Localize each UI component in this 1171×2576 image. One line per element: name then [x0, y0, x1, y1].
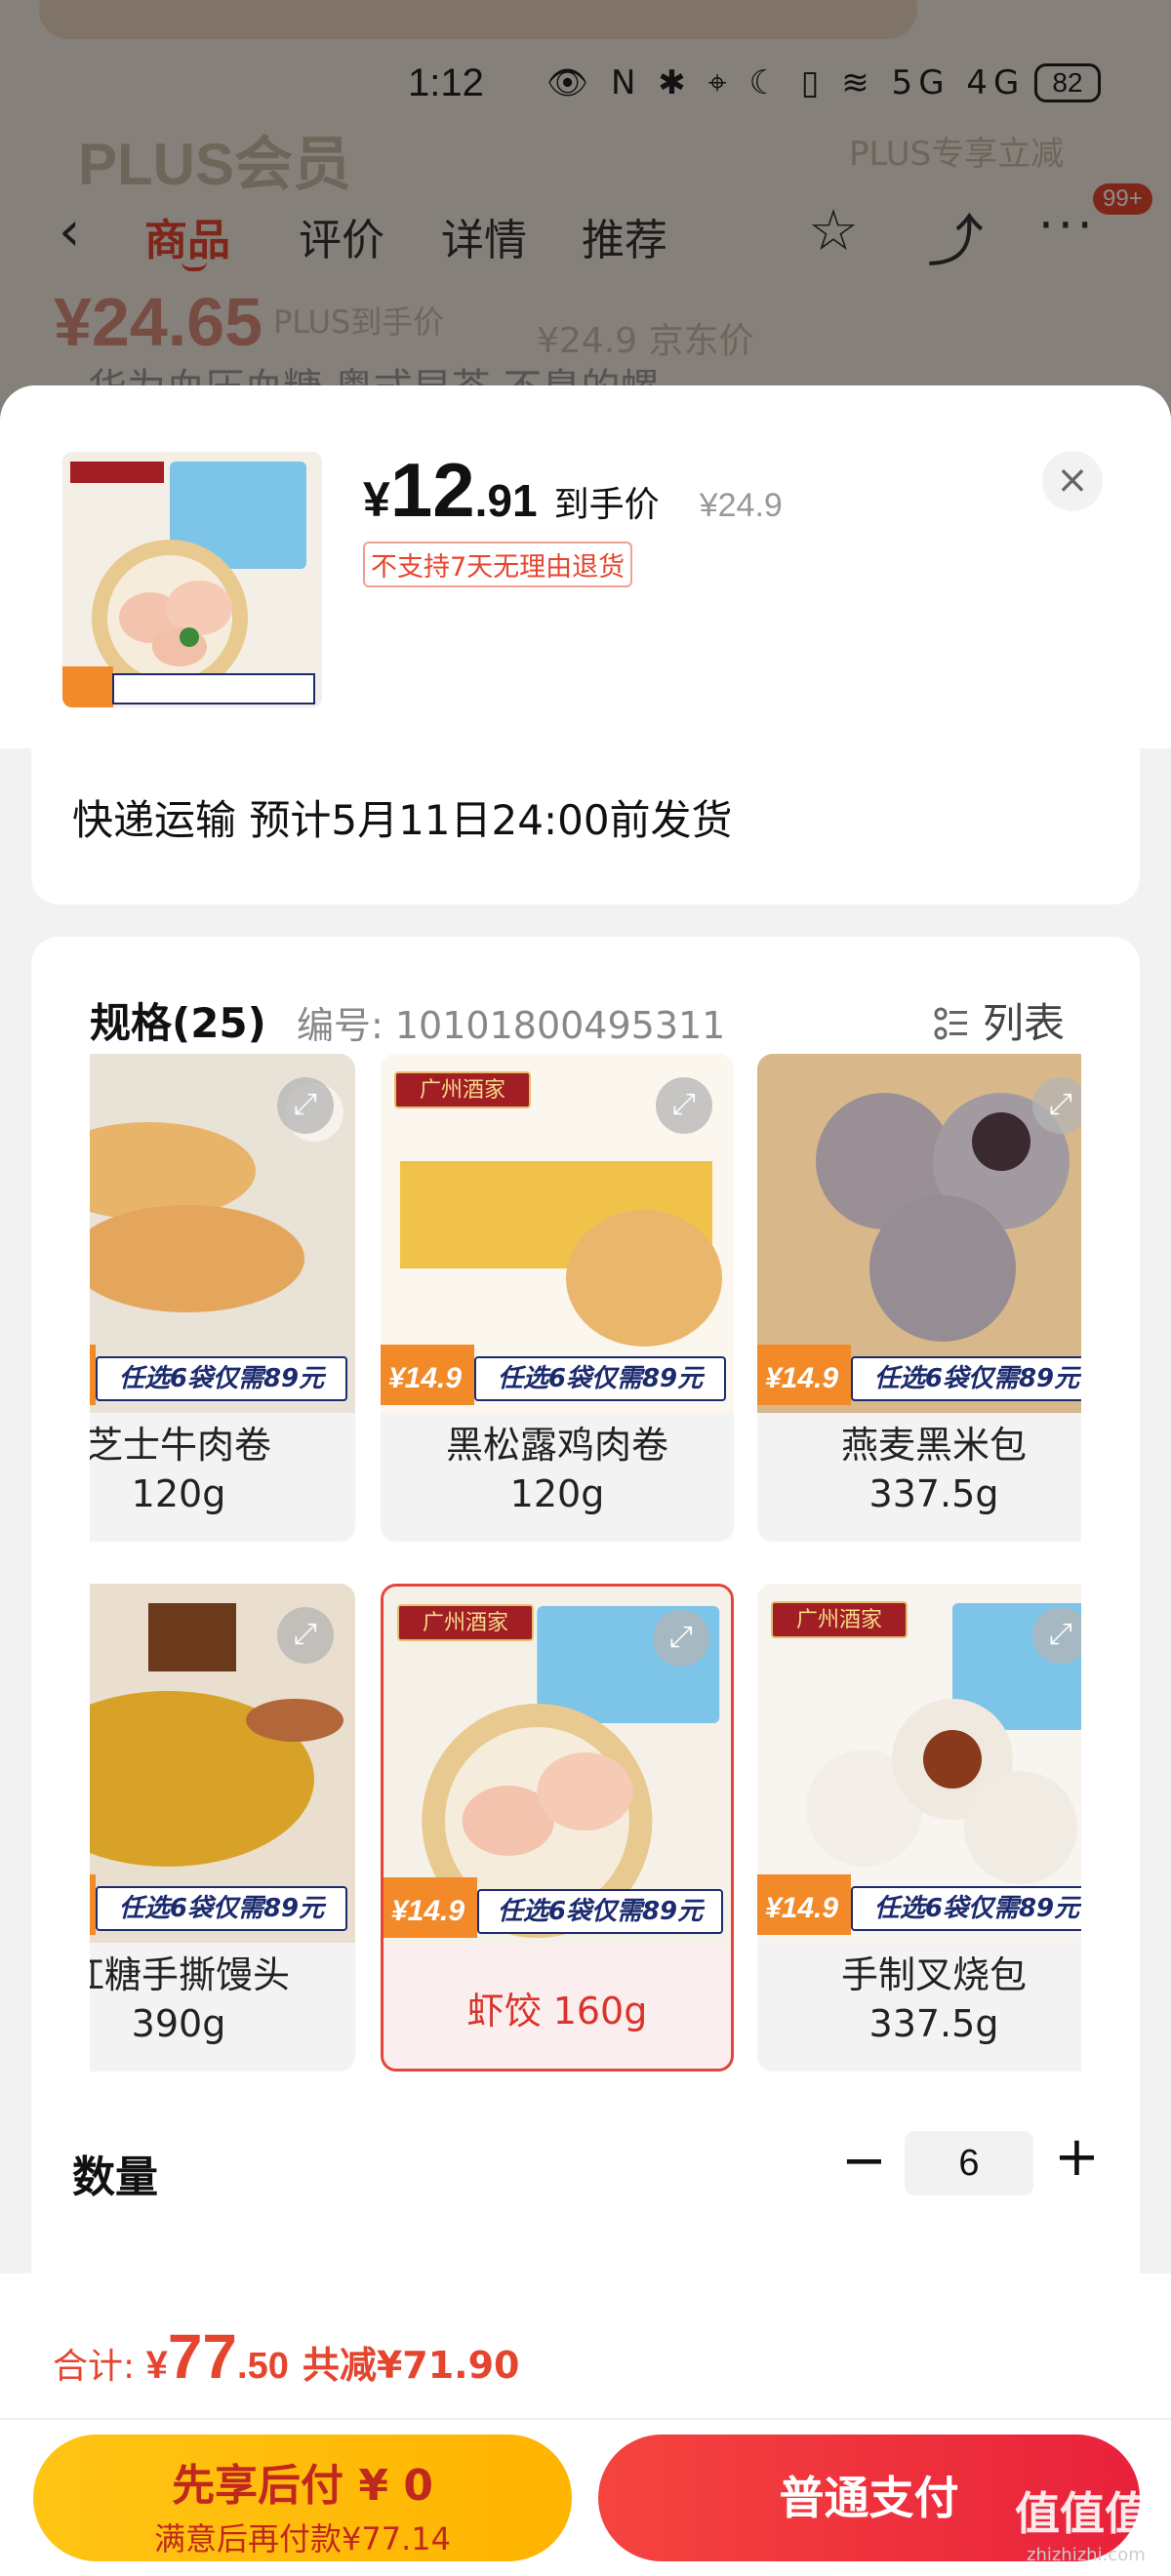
promo-text: 任选6袋仅需89元	[477, 1889, 723, 1934]
spec-option-truffle-chicken-roll[interactable]: 广州酒家 ⤢ ¥14.9 任选6袋仅需89元 黑松露鸡肉卷 120g	[381, 1054, 734, 1542]
spec-option-weight: 390g	[131, 2002, 226, 2045]
promo-banner: ¥14.9 任选6袋仅需89元	[757, 1345, 1081, 1405]
order-total: 合计: ¥77.50 共减¥71.90	[53, 2320, 519, 2393]
spec-option-label: 燕麦黑米包 337.5g	[757, 1421, 1081, 1518]
price-summary: ¥12.91 到手价 ¥24.9	[363, 446, 783, 535]
spec-option-label: 手制叉烧包 337.5g	[757, 1951, 1081, 2048]
pay-later-label: 先享后付 ¥ 0	[172, 2461, 433, 2511]
brand-logo: 广州酒家	[397, 1604, 534, 1641]
spec-selection-sheet: ¥12.91 到手价 ¥24.9 不支持7天无理由退货 × 快递运输 预计5月1…	[0, 385, 1171, 2576]
promo-banner: ¥14.9 任选6袋仅需89元	[384, 1877, 731, 1938]
sheet-header: ¥12.91 到手价 ¥24.9 不支持7天无理由退货 ×	[0, 385, 1171, 748]
total-decimal: .50	[237, 2346, 289, 2387]
spec-card: 规格(25) 编号: 10101800495311 列表 ⤢ ¥14.9	[31, 937, 1140, 2303]
promo-text: 任选6袋仅需89元	[851, 1356, 1081, 1401]
promo-banner: ¥14.9 任选6袋仅需89元	[381, 1345, 734, 1405]
total-currency: ¥	[145, 2344, 168, 2387]
dim-overlay[interactable]	[0, 0, 1171, 410]
promo-banner: ¥14.9 任选6袋仅需89元	[757, 1874, 1081, 1935]
total-discount: 共减¥71.90	[302, 2344, 520, 2387]
watermark-url: zhizhizhi.com	[1027, 2545, 1146, 2565]
expand-icon[interactable]: ⤢	[656, 1077, 712, 1134]
checkout-footer: 合计: ¥77.50 共减¥71.90 先享后付 ¥ 0 满意后再付款¥77.14…	[0, 2274, 1171, 2576]
spec-title: 规格(25)	[90, 999, 266, 1047]
spec-option-cheese-beef-roll[interactable]: ⤢ ¥14.9 任选6袋仅需89元 芝士牛肉卷 120g	[90, 1054, 355, 1542]
spec-grid: ⤢ ¥14.9 任选6袋仅需89元 芝士牛肉卷 120g 广州酒家 ⤢	[90, 1054, 1081, 2088]
expand-icon[interactable]: ⤢	[653, 1610, 709, 1667]
spec-option-name: 虾饺 160g	[466, 1990, 648, 2033]
price-decimal: .91	[474, 475, 538, 526]
spec-option-label: 芝士牛肉卷 120g	[90, 1421, 355, 1518]
shipping-card: 快递运输 预计5月11日24:00前发货	[31, 748, 1140, 905]
original-price: ¥24.9	[699, 487, 783, 524]
spec-code: 编号: 10101800495311	[297, 1004, 726, 1047]
spec-option-label: 黑松露鸡肉卷 120g	[381, 1421, 734, 1518]
spec-option-bbq-pork-bun[interactable]: 广州酒家 ⤢ ¥14.9 任选6袋仅需89元 手制叉烧包 337.5g	[757, 1584, 1081, 2072]
spec-option-weight: 120g	[131, 1472, 226, 1515]
promo-banner: ¥14.9 任选6袋仅需89元	[90, 1345, 355, 1405]
promo-text: 任选6袋仅需89元	[96, 1356, 347, 1401]
spec-option-label: 虾饺 160g	[384, 1987, 731, 2035]
list-icon	[934, 1007, 967, 1040]
spec-option-name: 红糖手撕馒头	[90, 1953, 290, 1996]
spec-option-weight: 337.5g	[868, 1472, 999, 1515]
promo-price: ¥14.9	[384, 1877, 477, 1938]
promo-text: 任选6袋仅需89元	[96, 1886, 347, 1931]
promo-price: ¥14.9	[381, 1345, 474, 1405]
spec-option-name: 燕麦黑米包	[840, 1424, 1027, 1467]
no-return-badge: 不支持7天无理由退货	[363, 542, 633, 587]
promo-text: 任选6袋仅需89元	[851, 1886, 1081, 1931]
promo-price: ¥14.9	[757, 1874, 851, 1935]
spec-option-name: 黑松露鸡肉卷	[445, 1424, 668, 1467]
expand-icon[interactable]: ⤢	[277, 1077, 334, 1134]
pay-later-sub: 满意后再付款¥77.14	[154, 2520, 451, 2557]
footer-divider	[0, 2418, 1171, 2420]
brand-logo: 广州酒家	[771, 1601, 908, 1638]
list-view-toggle[interactable]: 列表	[934, 990, 1065, 1050]
spec-option-weight: 120g	[509, 1472, 605, 1515]
shipping-eta: 快递运输 预计5月11日24:00前发货	[72, 796, 733, 844]
expand-icon[interactable]: ⤢	[1032, 1077, 1081, 1134]
list-label: 列表	[983, 999, 1066, 1047]
close-icon[interactable]: ×	[1042, 451, 1103, 511]
expand-icon[interactable]: ⤢	[1032, 1607, 1081, 1664]
spec-option-name: 手制叉烧包	[840, 1953, 1027, 1996]
spec-option-oat-black-rice-bun[interactable]: ⤢ ¥14.9 任选6袋仅需89元 燕麦黑米包 337.5g	[757, 1054, 1081, 1542]
spec-option-shrimp-dumpling-selected[interactable]: 广州酒家 ⤢ ¥14.9 任选6袋仅需89元 虾饺 160g	[381, 1584, 734, 2072]
spec-option-weight: 337.5g	[868, 2002, 999, 2045]
spec-option-name: 芝士牛肉卷	[90, 1424, 271, 1467]
price-currency: ¥	[363, 472, 390, 527]
watermark-logo: 值值值	[1015, 2487, 1150, 2540]
brand-logo: 广州酒家	[394, 1071, 531, 1108]
spec-option-label: 红糖手撕馒头 390g	[90, 1951, 355, 2048]
promo-price: ¥14.9	[757, 1345, 851, 1405]
price-integer: 12	[389, 447, 475, 533]
quantity-input[interactable]: 6	[905, 2131, 1033, 2195]
promo-text: 任选6袋仅需89元	[474, 1356, 726, 1401]
pay-later-button[interactable]: 先享后付 ¥ 0 满意后再付款¥77.14	[33, 2435, 572, 2561]
quantity-decrease-button[interactable]: −	[841, 2129, 887, 2193]
quantity-increase-button[interactable]: +	[1054, 2125, 1100, 2189]
quantity-label: 数量	[72, 2153, 158, 2202]
product-thumbnail[interactable]	[62, 452, 322, 707]
total-integer: 77	[167, 2321, 238, 2392]
total-label: 合计:	[53, 2347, 146, 2387]
expand-icon[interactable]: ⤢	[277, 1607, 334, 1664]
promo-banner: ¥14.9 任选6袋仅需89元	[90, 1874, 355, 1935]
spec-option-brown-sugar-bun[interactable]: ⤢ ¥14.9 任选6袋仅需89元 红糖手撕馒头 390g	[90, 1584, 355, 2072]
final-price-label: 到手价	[553, 485, 660, 525]
